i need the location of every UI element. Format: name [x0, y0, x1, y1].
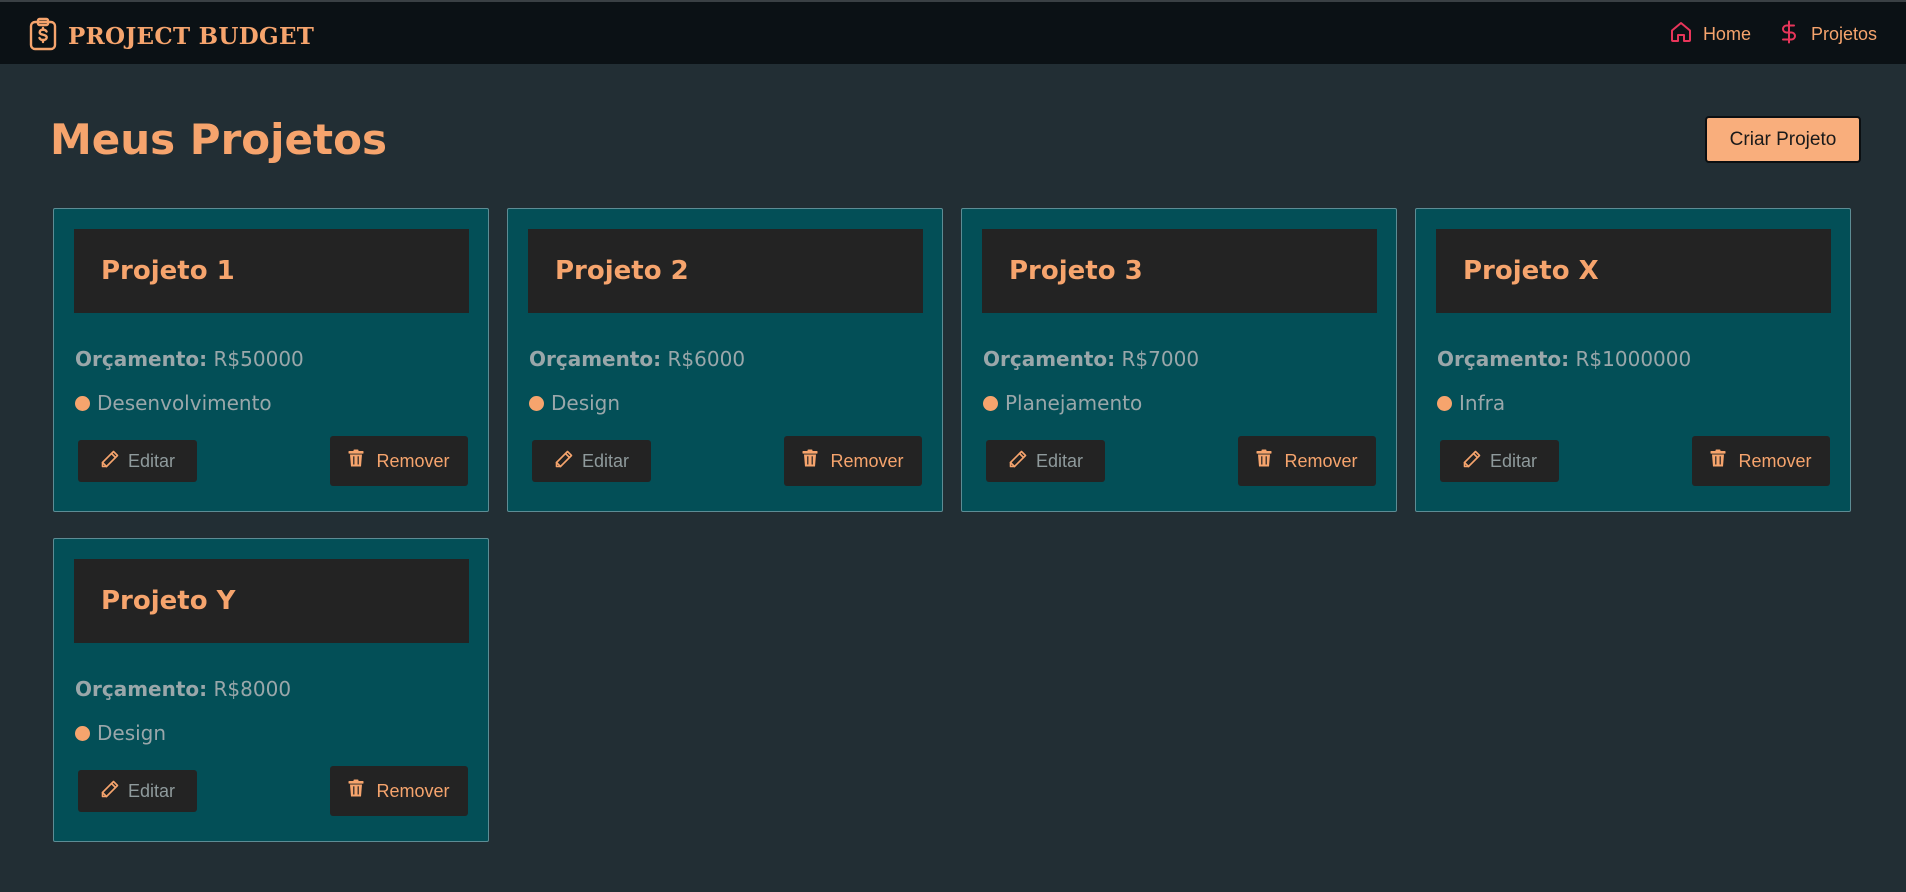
- trash-icon: [802, 449, 830, 472]
- project-name: Projeto 3: [1009, 256, 1143, 286]
- edit-button[interactable]: Editar: [78, 440, 197, 482]
- page-title: Meus Projetos: [50, 115, 387, 164]
- edit-button-label: Editar: [127, 450, 176, 471]
- nav-link-home-label: Home: [1702, 23, 1751, 44]
- category-label: Planejamento: [1005, 391, 1143, 415]
- budget-label: Orçamento:: [75, 677, 208, 701]
- remove-button[interactable]: Remover: [784, 436, 922, 486]
- project-card-header: Projeto 1: [74, 229, 469, 313]
- remove-button[interactable]: Remover: [330, 436, 468, 486]
- create-project-button[interactable]: Criar Projeto: [1705, 116, 1861, 163]
- project-card: Projeto 3 Orçamento: R$7000 Planejamento…: [961, 208, 1397, 512]
- trash-icon: [1256, 449, 1284, 472]
- budget-value: R$7000: [1121, 347, 1200, 371]
- edit-button-label: Editar: [1035, 450, 1084, 471]
- project-card: Projeto Y Orçamento: R$8000 Design Edita…: [53, 538, 489, 842]
- pencil-icon: [1008, 449, 1036, 474]
- project-name: Projeto 1: [101, 256, 235, 286]
- remove-button-label: Remover: [376, 780, 450, 801]
- trash-icon: [348, 449, 376, 472]
- remove-button[interactable]: Remover: [1692, 436, 1830, 486]
- project-card-header: Projeto Y: [74, 559, 469, 643]
- edit-button[interactable]: Editar: [1440, 440, 1559, 482]
- project-budget: Orçamento: R$1000000: [1437, 346, 1691, 372]
- project-category: Planejamento: [983, 390, 1142, 416]
- clipboard-dollar-icon: [28, 17, 58, 55]
- budget-value: R$1000000: [1575, 347, 1692, 371]
- edit-button[interactable]: Editar: [78, 770, 197, 812]
- brand[interactable]: PROJECT BUDGET: [28, 17, 315, 55]
- budget-value: R$6000: [667, 347, 746, 371]
- category-label: Design: [97, 721, 167, 745]
- project-budget: Orçamento: R$8000: [75, 676, 291, 702]
- project-category: Design: [529, 390, 620, 416]
- edit-button-label: Editar: [127, 780, 176, 801]
- category-label: Infra: [1459, 391, 1506, 415]
- project-category: Desenvolvimento: [75, 390, 272, 416]
- budget-label: Orçamento:: [983, 347, 1116, 371]
- project-category: Design: [75, 720, 166, 746]
- edit-button[interactable]: Editar: [986, 440, 1105, 482]
- remove-button-label: Remover: [376, 450, 450, 471]
- project-card: Projeto 2 Orçamento: R$6000 Design Edita…: [507, 208, 943, 512]
- budget-label: Orçamento:: [1437, 347, 1570, 371]
- budget-value: R$50000: [213, 347, 304, 371]
- pencil-icon: [1462, 449, 1490, 474]
- category-label: Desenvolvimento: [97, 391, 272, 415]
- remove-button-label: Remover: [830, 450, 904, 471]
- project-name: Projeto X: [1463, 256, 1599, 286]
- trash-icon: [348, 779, 376, 802]
- edit-button-label: Editar: [581, 450, 630, 471]
- edit-button[interactable]: Editar: [532, 440, 651, 482]
- project-budget: Orçamento: R$7000: [983, 346, 1199, 372]
- pencil-icon: [100, 449, 128, 474]
- remove-button[interactable]: Remover: [1238, 436, 1376, 486]
- remove-button[interactable]: Remover: [330, 766, 468, 816]
- nav-link-projetos-label: Projetos: [1810, 23, 1877, 44]
- category-dot-icon: [529, 395, 544, 411]
- home-icon: [1669, 20, 1703, 49]
- nav-link-projetos[interactable]: Projetos: [1777, 20, 1877, 49]
- trash-icon: [1710, 449, 1738, 472]
- navbar: PROJECT BUDGET Home Projetos: [0, 0, 1906, 64]
- project-budget: Orçamento: R$50000: [75, 346, 304, 372]
- category-dot-icon: [983, 395, 998, 411]
- project-card-header: Projeto 2: [528, 229, 923, 313]
- project-card-header: Projeto 3: [982, 229, 1377, 313]
- project-card: Projeto 1 Orçamento: R$50000 Desenvolvim…: [53, 208, 489, 512]
- pencil-icon: [100, 779, 128, 804]
- remove-button-label: Remover: [1738, 450, 1812, 471]
- category-label: Design: [551, 391, 621, 415]
- pencil-icon: [554, 449, 582, 474]
- project-name: Projeto Y: [101, 586, 236, 616]
- project-budget: Orçamento: R$6000: [529, 346, 745, 372]
- project-card: Projeto X Orçamento: R$1000000 Infra Edi…: [1415, 208, 1851, 512]
- project-name: Projeto 2: [555, 256, 689, 286]
- project-category: Infra: [1437, 390, 1505, 416]
- nav-link-home[interactable]: Home: [1669, 20, 1751, 49]
- budget-value: R$8000: [213, 677, 292, 701]
- edit-button-label: Editar: [1489, 450, 1538, 471]
- category-dot-icon: [75, 725, 90, 741]
- brand-title: PROJECT BUDGET: [68, 22, 315, 50]
- nav-links: Home Projetos: [1643, 20, 1877, 48]
- remove-button-label: Remover: [1284, 450, 1358, 471]
- project-card-header: Projeto X: [1436, 229, 1831, 313]
- category-dot-icon: [1437, 395, 1452, 411]
- category-dot-icon: [75, 395, 90, 411]
- budget-label: Orçamento:: [529, 347, 662, 371]
- budget-label: Orçamento:: [75, 347, 208, 371]
- dollar-icon: [1777, 20, 1811, 49]
